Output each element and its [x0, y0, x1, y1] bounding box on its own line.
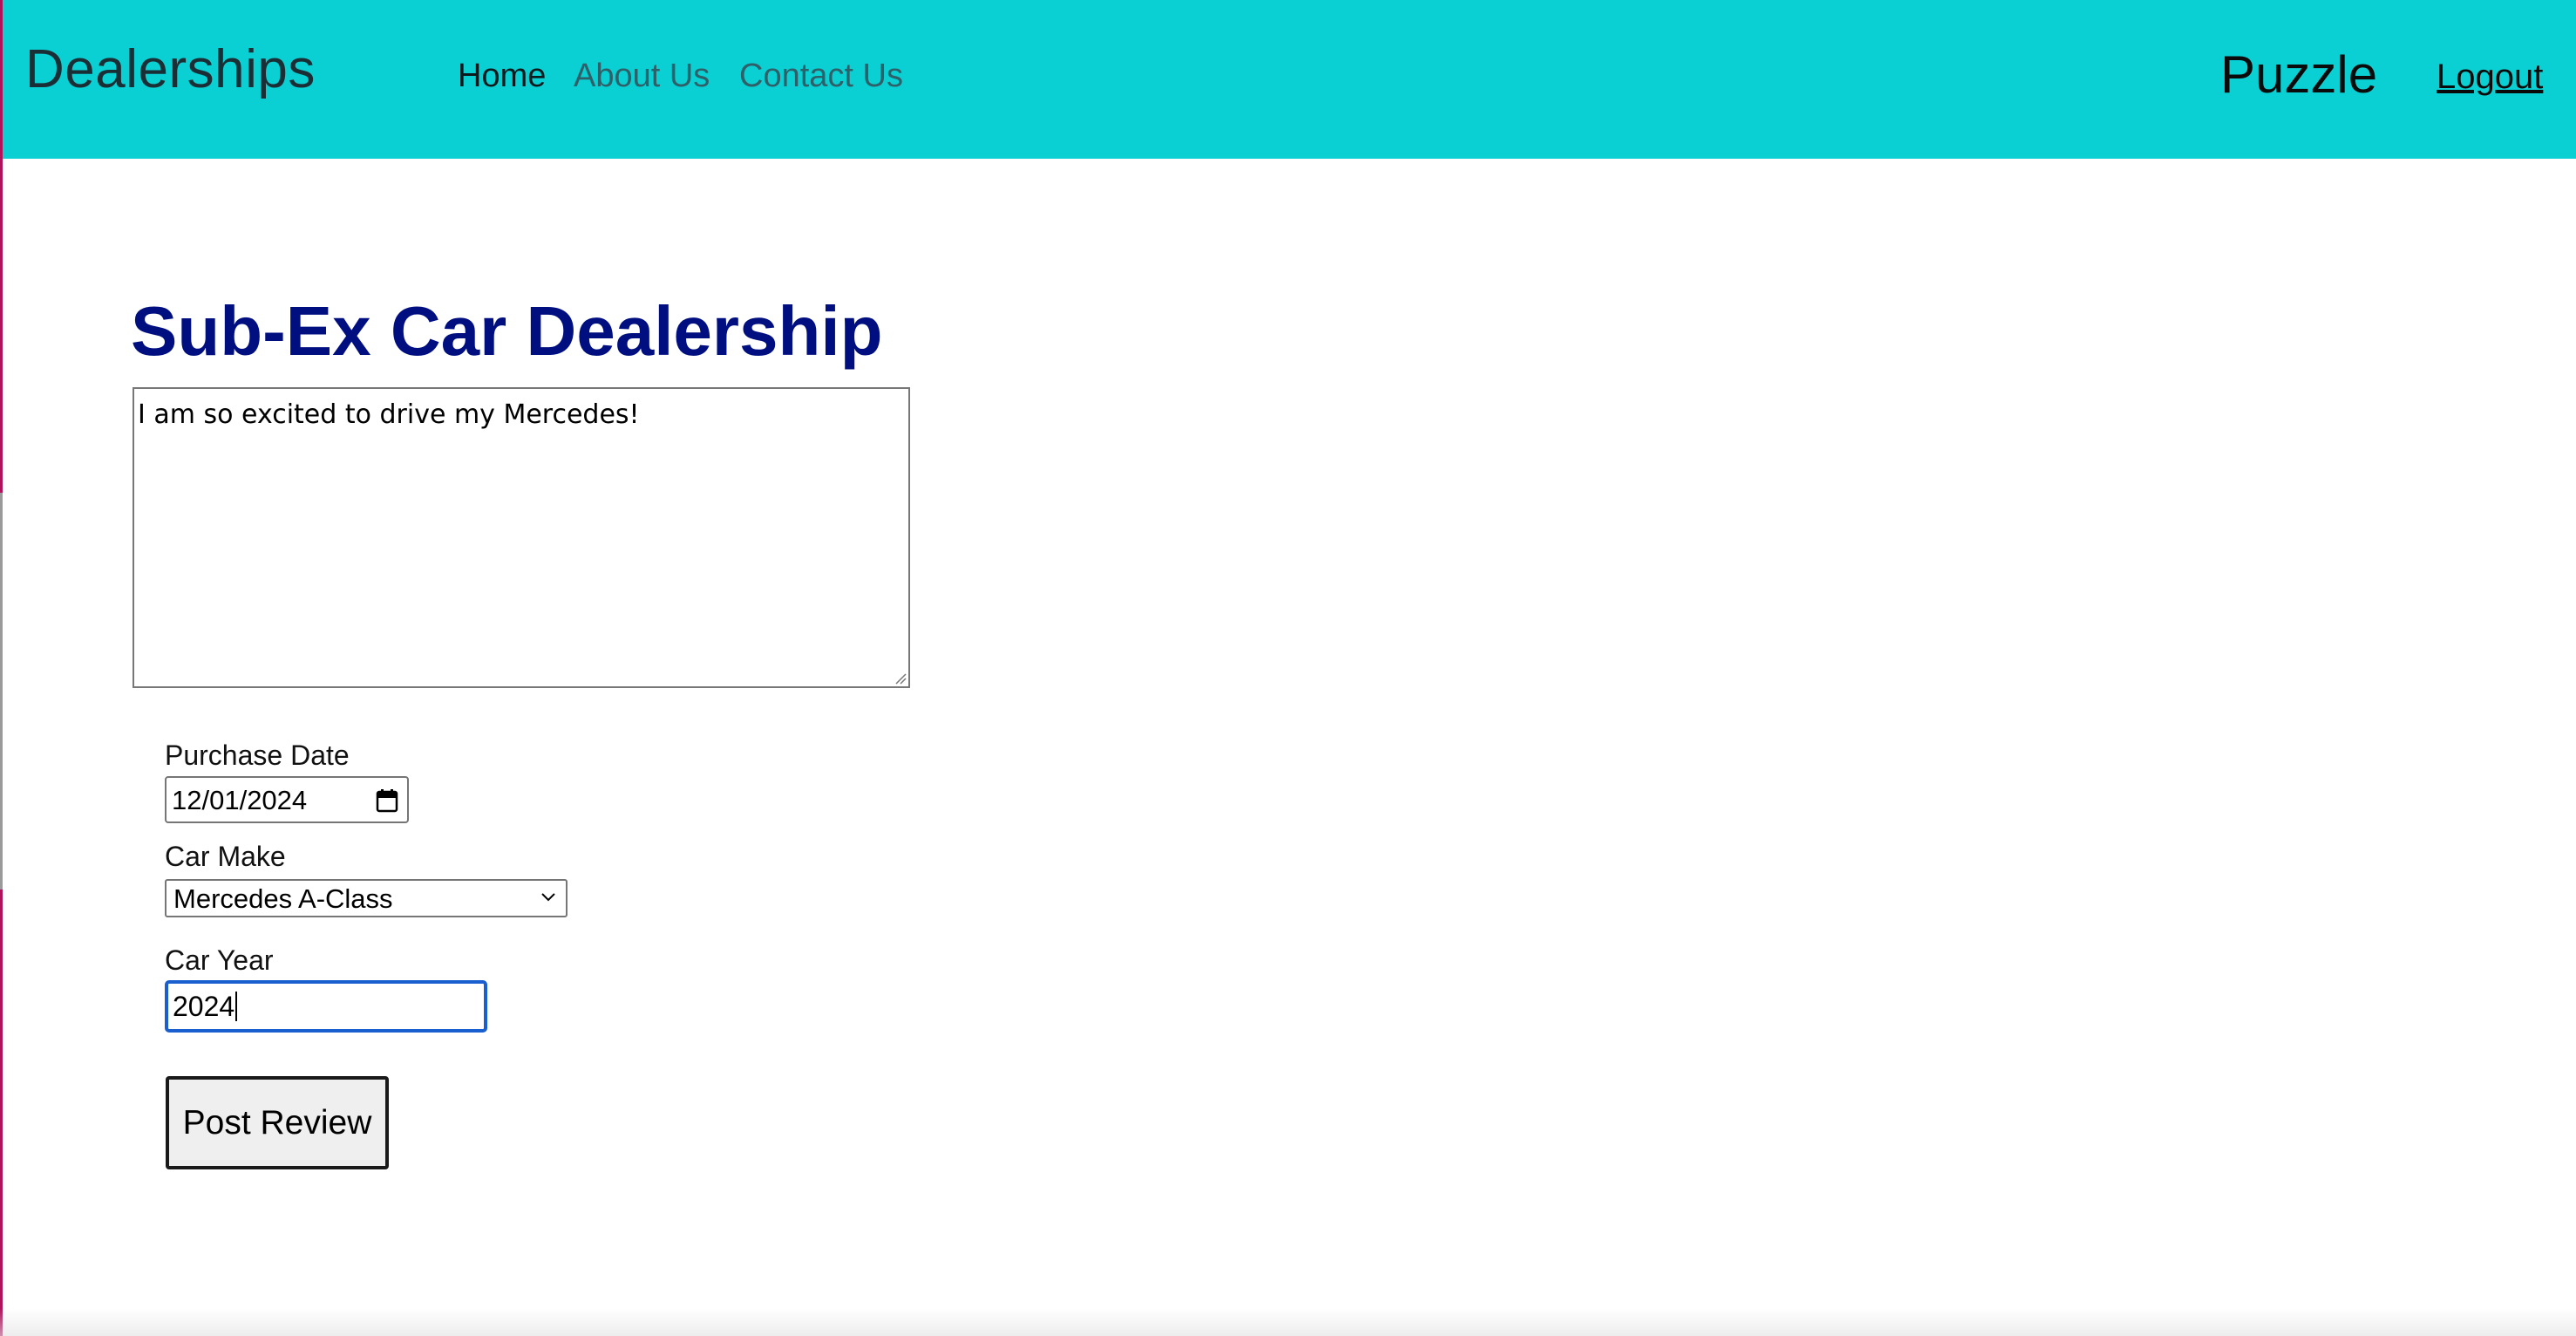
- purchase-date-value: 12/01/2024: [172, 785, 308, 815]
- bottom-shadow: [0, 1308, 2576, 1336]
- resize-grip-icon[interactable]: [894, 672, 907, 685]
- nav-link-contact-us[interactable]: Contact Us: [739, 54, 903, 98]
- car-year-input[interactable]: 2024: [165, 980, 487, 1033]
- calendar-icon[interactable]: [376, 788, 398, 813]
- car-year-label: Car Year: [165, 944, 274, 976]
- car-make-label: Car Make: [165, 841, 286, 872]
- brand-title[interactable]: Dealerships: [25, 37, 316, 103]
- window-left-edge: [0, 0, 3, 1336]
- car-year-value-wrap: 2024: [173, 990, 238, 1023]
- username-label: Puzzle: [2220, 45, 2378, 104]
- post-review-button[interactable]: Post Review: [166, 1076, 389, 1169]
- nav-link-home[interactable]: Home: [458, 54, 546, 98]
- window-left-edge-segment: [0, 493, 3, 890]
- top-navbar: Dealerships Home About Us Contact Us Puz…: [3, 0, 2576, 159]
- car-make-select[interactable]: Mercedes A-Class: [165, 879, 568, 917]
- text-caret: [235, 992, 238, 1021]
- nav-link-about-us[interactable]: About Us: [574, 54, 710, 98]
- purchase-date-label: Purchase Date: [165, 740, 350, 771]
- chevron-down-icon: [541, 893, 555, 902]
- logout-link[interactable]: Logout: [2437, 54, 2543, 99]
- review-textarea[interactable]: I am so excited to drive my Mercedes!: [133, 387, 910, 688]
- car-year-value: 2024: [173, 991, 235, 1022]
- purchase-date-input[interactable]: 12/01/2024: [165, 776, 409, 823]
- page: Dealerships Home About Us Contact Us Puz…: [0, 0, 2576, 1336]
- car-make-selected-value: Mercedes A-Class: [173, 883, 393, 914]
- page-title: Sub-Ex Car Dealership: [131, 292, 883, 370]
